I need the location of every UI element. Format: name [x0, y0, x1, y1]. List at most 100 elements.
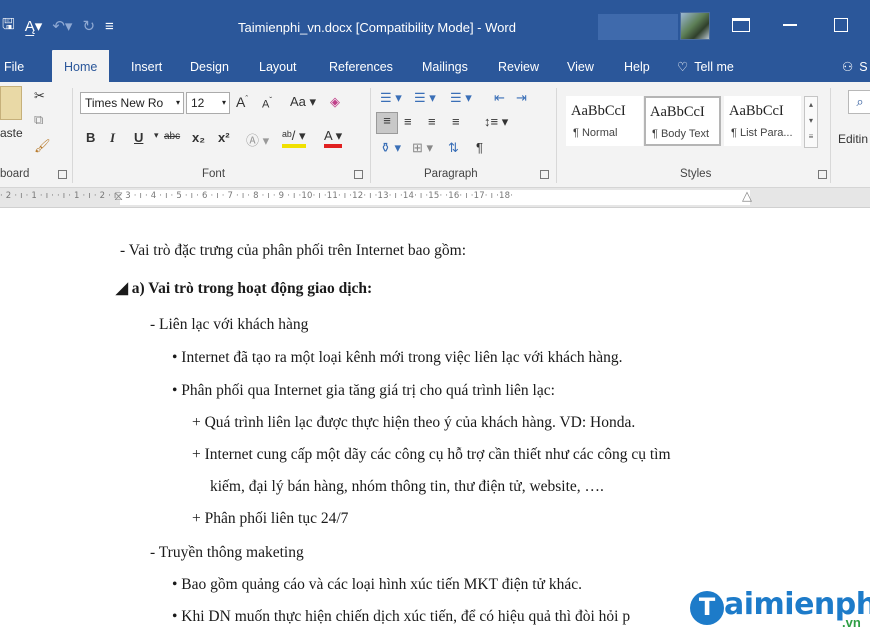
styles-launcher-icon[interactable] [818, 170, 827, 179]
font-name-input[interactable]: Times New Ro ▾ [80, 92, 184, 114]
separator [370, 88, 371, 183]
doc-line: + Phân phối liên tục 24/7 [192, 510, 349, 527]
title-bar: 🖫 Ą̲▾ ↶▾ ↻ ≡ Taimienphi_vn.docx [Compati… [0, 0, 870, 50]
strikethrough-button[interactable]: abc [164, 131, 180, 142]
redo-icon[interactable]: ↻ [82, 17, 95, 35]
maximize-icon[interactable] [834, 18, 848, 32]
style-list-paragraph[interactable]: AaBbCcI ¶ List Para... [724, 96, 801, 146]
styles-group-label: Styles [680, 168, 712, 180]
paragraph-group-label: Paragraph [424, 168, 478, 180]
doc-line: • Phân phối qua Internet gia tăng giá tr… [172, 382, 555, 399]
style-sample: AaBbCcI [650, 104, 705, 120]
undo-icon[interactable]: ↶▾ [52, 17, 72, 35]
change-case-button[interactable]: Aa ▾ [290, 94, 316, 110]
subscript-button[interactable]: x₂ [192, 130, 205, 145]
highlight-icon[interactable]: ᵃᵇ/ ▾ [282, 128, 306, 148]
multilevel-list-icon[interactable]: ☰ ▾ [450, 90, 472, 106]
superscript-button[interactable]: x² [218, 130, 230, 145]
increase-indent-icon[interactable]: ⇥ [516, 90, 527, 106]
italic-button[interactable]: I [110, 130, 115, 146]
tab-help[interactable]: Help [624, 50, 650, 82]
tab-view[interactable]: View [567, 50, 594, 82]
format-painter-icon[interactable]: 🖌 [34, 138, 51, 154]
align-center-icon[interactable]: ≡ [404, 114, 412, 129]
shading-icon[interactable]: ⚱ ▾ [380, 140, 401, 156]
horizontal-ruler[interactable]: · 2 · ı · 1 · ı · · ı · 1 · ı · 2 · ı · … [0, 188, 870, 208]
align-right-icon[interactable]: ≡ [428, 114, 436, 129]
tab-insert[interactable]: Insert [131, 50, 162, 82]
account-name [598, 14, 678, 40]
logo-suffix: .vn [842, 615, 861, 630]
text-effects-icon[interactable]: Ⓐ ▾ [246, 130, 269, 149]
show-marks-button[interactable]: ¶ [476, 140, 483, 155]
justify-icon[interactable]: ≡ [452, 114, 460, 129]
doc-heading: ◢ a) Vai trò trong hoạt động giao dịch: [116, 280, 373, 297]
customize-qat-icon[interactable]: ≡ [105, 18, 114, 35]
line-spacing-icon[interactable]: ↕≡ ▾ [484, 114, 508, 130]
person-icon: ⚇ [842, 60, 854, 74]
save-icon[interactable]: 🖫 [2, 14, 15, 39]
font-launcher-icon[interactable] [354, 170, 363, 179]
font-name-value: Times New Ro [85, 96, 164, 110]
style-name: ¶ Normal [573, 127, 618, 139]
document-page[interactable]: - Vai trò đặc trưng của phân phối trên I… [0, 208, 870, 630]
quick-access-toolbar: 🖫 Ą̲▾ ↶▾ ↻ ≡ [2, 16, 114, 36]
bold-button[interactable]: B [86, 130, 95, 145]
copy-icon[interactable]: ⧉ [34, 112, 43, 128]
doc-line: • Internet đã tạo ra một loại kênh mới t… [172, 349, 623, 366]
font-group-label: Font [202, 168, 226, 180]
font-color-button[interactable]: A ▾ [324, 128, 343, 148]
font-size-value: 12 [191, 96, 205, 110]
style-body-text[interactable]: AaBbCcI ¶ Body Text [644, 96, 721, 146]
doc-line: • Bao gồm quảng cáo và các loại hình xúc… [172, 576, 582, 593]
doc-line: - Vai trò đặc trưng của phân phối trên I… [120, 242, 466, 259]
ribbon: aste ✂ ⧉ 🖌 board Times New Ro ▾ 12 ▾ Aˆ Aˇ… [0, 82, 870, 188]
tell-me-box[interactable]: ♡ Tell me [677, 50, 734, 82]
clipboard-launcher-icon[interactable] [58, 170, 67, 179]
paragraph-launcher-icon[interactable] [540, 170, 549, 179]
find-icon[interactable]: ⌕ [848, 90, 870, 114]
decrease-indent-icon[interactable]: ⇤ [494, 90, 505, 106]
bullets-icon[interactable]: ☰ ▾ [380, 90, 402, 106]
tab-layout[interactable]: Layout [259, 50, 297, 82]
grow-font-button[interactable]: Aˆ [236, 94, 248, 110]
tell-me-label: Tell me [694, 60, 734, 74]
avatar[interactable] [680, 12, 710, 40]
doc-line: kiếm, đại lý bán hàng, nhóm thông tin, t… [210, 478, 604, 495]
style-normal[interactable]: AaBbCcI ¶ Normal [566, 96, 643, 146]
clear-formatting-icon[interactable]: ◈ [330, 94, 340, 110]
sort-icon[interactable]: ⇅ [448, 140, 459, 156]
clipboard-group-label: board [0, 168, 30, 180]
cut-icon[interactable]: ✂ [34, 88, 45, 104]
logo-mark: T [690, 591, 724, 625]
numbering-icon[interactable]: ☰ ▾ [414, 90, 436, 106]
right-indent-marker-icon[interactable]: △ [742, 188, 752, 204]
tab-design[interactable]: Design [190, 50, 229, 82]
font-size-input[interactable]: 12 ▾ [186, 92, 230, 114]
shrink-font-button[interactable]: Aˇ [262, 96, 272, 111]
tab-review[interactable]: Review [498, 50, 539, 82]
tab-home[interactable]: Home [52, 50, 110, 82]
share-label: S [859, 60, 868, 74]
share-button[interactable]: ⚇ S [842, 50, 868, 82]
borders-icon[interactable]: ⊞ ▾ [412, 140, 433, 156]
tab-mailings[interactable]: Mailings [422, 50, 468, 82]
tab-file[interactable]: File [4, 50, 24, 82]
minimize-icon[interactable] [783, 24, 797, 26]
ribbon-display-options-icon[interactable] [732, 18, 750, 32]
doc-line: + Internet cung cấp một dãy các công cụ … [192, 446, 671, 463]
tab-references[interactable]: References [329, 50, 393, 82]
paste-icon[interactable] [0, 86, 22, 120]
align-left-icon[interactable]: ≡ [376, 112, 398, 134]
document-title: Taimienphi_vn.docx [Compatibility Mode] … [238, 20, 516, 35]
underline-button[interactable]: U [134, 130, 143, 145]
styles-gallery-scroll[interactable]: ▴ ▾ ≡ [804, 96, 818, 148]
indent-marker-icon[interactable]: ⧖ [114, 188, 123, 204]
spelling-icon[interactable]: Ą̲▾ [25, 17, 43, 35]
lightbulb-icon: ♡ [677, 60, 689, 74]
doc-line: - Truyền thông maketing [150, 544, 304, 561]
separator [556, 88, 557, 183]
paste-label[interactable]: aste [0, 126, 23, 140]
editing-label[interactable]: Editin [838, 132, 868, 146]
style-name: ¶ Body Text [652, 128, 710, 140]
